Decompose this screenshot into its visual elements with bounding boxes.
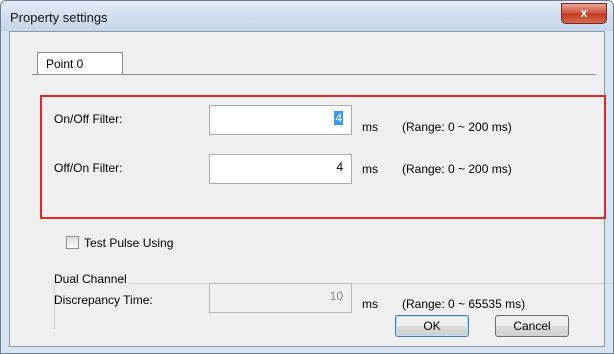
on-off-filter-input[interactable]: 4 [209,105,352,135]
off-on-filter-value: 4 [336,160,343,174]
cancel-button-label: Cancel [513,319,551,333]
ok-button-label: OK [423,319,441,333]
cancel-button[interactable]: Cancel [495,315,569,337]
window-title: Property settings [10,10,108,25]
off-on-filter-label: Off/On Filter: [54,161,123,175]
discrepancy-time-range: (Range: 0 ~ 65535 ms) [402,297,526,311]
discrepancy-time-value: 10 [329,289,343,303]
close-button[interactable]: x [561,3,607,24]
ok-button[interactable]: OK [395,315,469,337]
off-on-filter-range: (Range: 0 ~ 200 ms) [402,162,512,176]
on-off-filter-label: On/Off Filter: [54,112,123,126]
tab-label: Point 0 [46,57,84,71]
property-settings-window: Property settings x Point 0 On/Off Filte… [0,0,614,354]
off-on-filter-input[interactable]: 4 [209,154,352,184]
on-off-filter-unit: ms [362,120,378,134]
test-pulse-label[interactable]: Test Pulse Using [84,236,173,250]
tab-divider [32,74,596,75]
discrepancy-time-input[interactable]: 10 [209,283,352,313]
on-off-filter-value: 4 [334,111,343,125]
title-bar[interactable]: Property settings x [1,1,613,31]
dialog-body: Point 0 On/Off Filter: 4 ms (Range: 0 ~ … [9,31,613,347]
discrepancy-time-unit: ms [362,297,378,311]
test-pulse-checkbox[interactable] [66,236,79,249]
discrepancy-time-label: Discrepancy Time: [54,293,153,307]
dual-channel-group-label: Dual Channel [54,272,130,286]
off-on-filter-unit: ms [362,162,378,176]
tab-point-0[interactable]: Point 0 [37,52,123,74]
on-off-filter-range: (Range: 0 ~ 200 ms) [402,120,512,134]
close-icon: x [580,5,588,20]
